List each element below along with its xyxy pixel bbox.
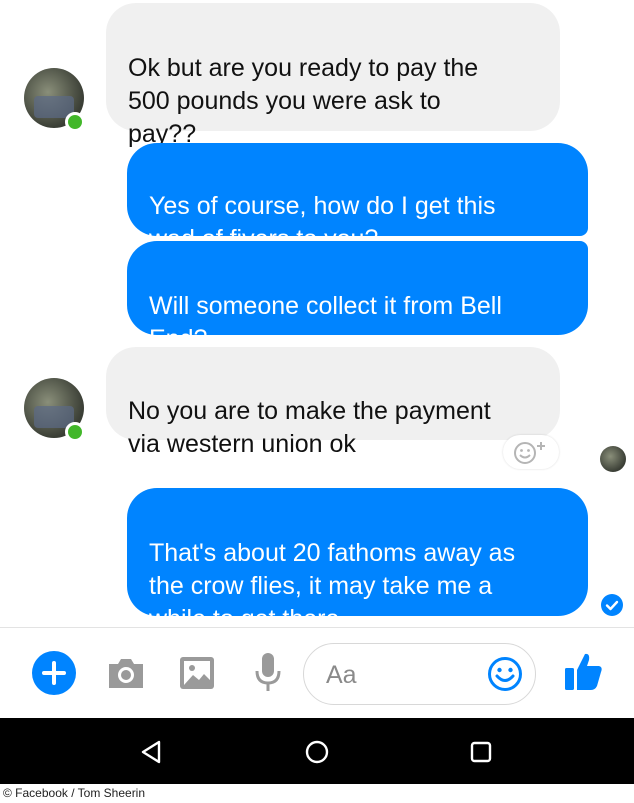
back-icon xyxy=(141,740,161,764)
like-button[interactable] xyxy=(564,650,604,697)
message-bubble-incoming[interactable]: Ok but are you ready to pay the 500 poun… xyxy=(106,3,560,148)
message-bubble-incoming[interactable]: No you are to make the payment via weste… xyxy=(106,347,560,458)
back-button[interactable] xyxy=(138,739,164,770)
home-button[interactable] xyxy=(304,739,330,770)
voice-button[interactable] xyxy=(254,651,282,698)
microphone-icon xyxy=(255,653,281,691)
recents-button[interactable] xyxy=(469,740,493,769)
message-bubble-outgoing[interactable]: That's about 20 fathoms away as the crow… xyxy=(127,488,588,633)
seen-indicator-avatar xyxy=(600,446,626,472)
emoji-button[interactable] xyxy=(487,656,523,697)
message-bubble-outgoing[interactable]: Will someone collect it from Bell End? xyxy=(127,241,588,353)
camera-icon xyxy=(109,659,143,688)
message-text: Will someone collect it from Bell End? xyxy=(149,292,502,353)
message-text: That's about 20 fathoms away as the crow… xyxy=(149,539,516,633)
message-thread: Ok but are you ready to pay the 500 poun… xyxy=(0,0,634,633)
online-status-dot xyxy=(65,422,85,442)
add-reaction-icon xyxy=(514,442,545,464)
image-icon xyxy=(180,657,214,689)
message-text: Ok but are you ready to pay the 500 poun… xyxy=(128,54,479,148)
plus-button[interactable] xyxy=(32,651,76,700)
delivered-check-icon xyxy=(601,594,623,616)
gallery-button[interactable] xyxy=(179,656,215,695)
message-input[interactable] xyxy=(324,658,478,692)
add-reaction-button[interactable] xyxy=(503,435,559,469)
emoji-icon xyxy=(488,657,522,691)
message-text: No you are to make the payment via weste… xyxy=(128,397,491,458)
plus-icon xyxy=(32,651,76,695)
android-navigation-bar xyxy=(0,718,634,784)
message-bubble-outgoing[interactable]: Yes of course, how do I get this wad of … xyxy=(127,143,588,253)
camera-button[interactable] xyxy=(106,655,146,696)
thumbs-up-icon xyxy=(565,653,602,690)
image-credit-caption: © Facebook / Tom Sheerin xyxy=(0,784,634,803)
home-icon xyxy=(305,740,329,764)
recents-icon xyxy=(470,741,492,763)
online-status-dot xyxy=(65,112,85,132)
message-input-container[interactable] xyxy=(303,643,536,705)
